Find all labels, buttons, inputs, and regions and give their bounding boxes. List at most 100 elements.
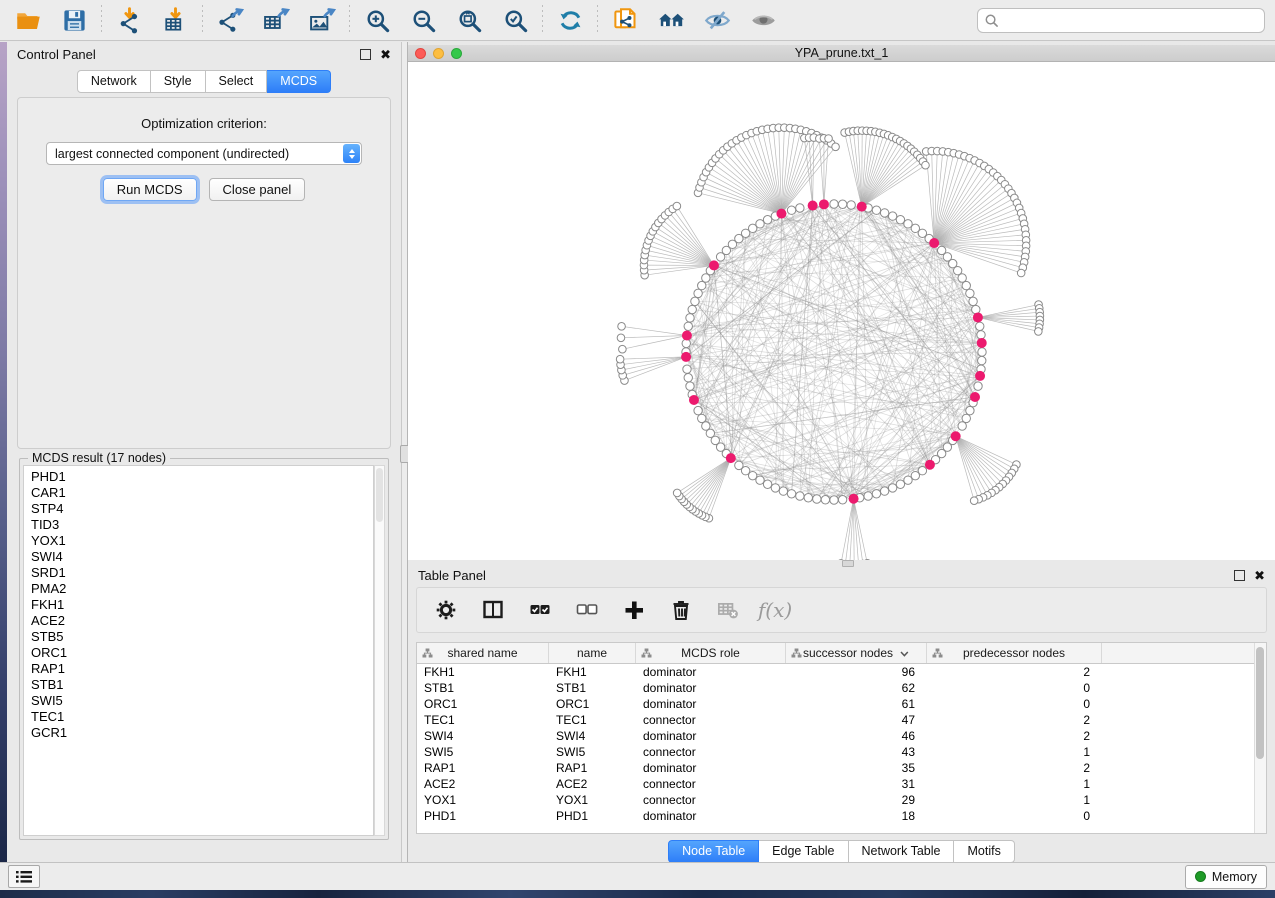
import-table-button[interactable] (157, 4, 193, 36)
mcds-result-item[interactable]: ORC1 (31, 645, 373, 661)
import-table-icon (162, 7, 189, 34)
open-folder-icon (15, 7, 42, 34)
mcds-list-scrollbar[interactable] (374, 465, 385, 836)
save-button[interactable] (56, 4, 92, 36)
table-row[interactable]: TEC1TEC1connector472 (417, 712, 1266, 728)
close-panel-button[interactable]: Close panel (209, 178, 306, 201)
column-header-MCDS-role[interactable]: MCDS role (636, 643, 786, 663)
mcds-network-node[interactable] (709, 260, 719, 270)
tab-network-table[interactable]: Network Table (849, 840, 955, 863)
mcds-network-node[interactable] (819, 199, 829, 209)
table-row[interactable]: ACE2ACE2connector311 (417, 776, 1266, 792)
tab-network[interactable]: Network (77, 70, 151, 93)
mcds-result-item[interactable]: PHD1 (31, 469, 373, 485)
mcds-network-node[interactable] (929, 238, 939, 248)
mcds-network-node[interactable] (808, 201, 818, 211)
first-neighbors-button[interactable] (653, 4, 689, 36)
mcds-result-item[interactable]: GCR1 (31, 725, 373, 741)
run-mcds-button[interactable]: Run MCDS (103, 178, 197, 201)
export-network-button[interactable] (212, 4, 248, 36)
mcds-network-node[interactable] (970, 392, 980, 402)
mcds-result-item[interactable]: TID3 (31, 517, 373, 533)
column-header-predecessor-nodes[interactable]: predecessor nodes (927, 643, 1102, 663)
cell-MCDS-role: connector (636, 745, 786, 759)
column-header-successor-nodes[interactable]: successor nodes (786, 643, 927, 663)
search-input[interactable] (1003, 12, 1257, 28)
mcds-network-node[interactable] (849, 494, 859, 504)
import-network-button[interactable] (111, 4, 147, 36)
mcds-network-node[interactable] (689, 395, 699, 405)
tab-style[interactable]: Style (151, 70, 206, 93)
mcds-network-node[interactable] (977, 338, 987, 348)
select-all-button[interactable] (525, 595, 555, 625)
tab-motifs[interactable]: Motifs (954, 840, 1014, 863)
mcds-result-item[interactable]: RAP1 (31, 661, 373, 677)
network-view-canvas[interactable] (408, 62, 1275, 560)
table-row[interactable]: YOX1YOX1connector291 (417, 792, 1266, 808)
tab-node-table[interactable]: Node Table (668, 840, 759, 863)
open-folder-button[interactable] (10, 4, 46, 36)
table-row[interactable]: SWI4SWI4dominator462 (417, 728, 1266, 744)
mcds-result-item[interactable]: YOX1 (31, 533, 373, 549)
mcds-network-node[interactable] (951, 431, 961, 441)
mcds-result-list[interactable]: PHD1CAR1STP4TID3YOX1SWI4SRD1PMA2FKH1ACE2… (23, 465, 374, 836)
memory-button[interactable]: Memory (1185, 865, 1267, 889)
mcds-result-item[interactable]: PMA2 (31, 581, 373, 597)
table-row[interactable]: STB1STB1dominator620 (417, 680, 1266, 696)
duplicate-network-button[interactable] (607, 4, 643, 36)
refresh-button[interactable] (552, 4, 588, 36)
tab-select[interactable]: Select (206, 70, 268, 93)
mcds-result-item[interactable]: SWI4 (31, 549, 373, 565)
mcds-result-item[interactable]: FKH1 (31, 597, 373, 613)
hide-graphics-button[interactable] (699, 4, 735, 36)
mcds-network-node[interactable] (726, 453, 736, 463)
export-table-button[interactable] (258, 4, 294, 36)
trash-button[interactable] (666, 595, 696, 625)
mcds-network-node[interactable] (925, 460, 935, 470)
close-panel-icon[interactable]: ✖ (380, 50, 391, 59)
criterion-dropdown[interactable]: largest connected component (undirected) (46, 142, 362, 165)
column-pane-button[interactable] (478, 595, 508, 625)
mcds-network-node[interactable] (857, 202, 867, 212)
tab-edge-table[interactable]: Edge Table (759, 840, 848, 863)
deselect-all-button[interactable] (572, 595, 602, 625)
mcds-result-item[interactable]: CAR1 (31, 485, 373, 501)
task-history-button[interactable] (8, 865, 40, 888)
table-row[interactable]: RAP1RAP1dominator352 (417, 760, 1266, 776)
mcds-network-node[interactable] (681, 352, 691, 362)
tab-mcds[interactable]: MCDS (267, 70, 331, 93)
mcds-result-item[interactable]: STB1 (31, 677, 373, 693)
mcds-network-node[interactable] (975, 371, 985, 381)
mcds-result-item[interactable]: SWI5 (31, 693, 373, 709)
zoom-fit-button[interactable] (451, 4, 487, 36)
mcds-result-item[interactable]: STB5 (31, 629, 373, 645)
column-header-name[interactable]: name (549, 643, 636, 663)
add-button[interactable] (619, 595, 649, 625)
mcds-result-item[interactable]: TEC1 (31, 709, 373, 725)
cell-successor-nodes: 43 (786, 745, 927, 759)
table-row[interactable]: PHD1PHD1dominator180 (417, 808, 1266, 824)
mcds-network-node[interactable] (776, 209, 786, 219)
mcds-result-item[interactable]: STP4 (31, 501, 373, 517)
mcds-network-node[interactable] (682, 331, 692, 341)
export-image-button[interactable] (304, 4, 340, 36)
cell-shared-name: SWI4 (417, 729, 549, 743)
zoom-out-button[interactable] (405, 4, 441, 36)
float-table-panel-icon[interactable] (1234, 570, 1245, 581)
close-table-panel-icon[interactable]: ✖ (1254, 571, 1265, 580)
zoom-selected-button[interactable] (497, 4, 533, 36)
table-row[interactable]: FKH1FKH1dominator962 (417, 664, 1266, 680)
mcds-result-item[interactable]: ACE2 (31, 613, 373, 629)
search-box[interactable] (977, 8, 1265, 33)
zoom-in-button[interactable] (359, 4, 395, 36)
show-graphics-button[interactable] (745, 4, 781, 36)
table-row[interactable]: SWI5SWI5connector431 (417, 744, 1266, 760)
mcds-network-node[interactable] (973, 312, 983, 322)
column-header-shared-name[interactable]: shared name (417, 643, 549, 663)
gear-button[interactable] (431, 595, 461, 625)
panel-splitter-vertical[interactable] (401, 42, 408, 862)
table-row[interactable]: ORC1ORC1dominator610 (417, 696, 1266, 712)
float-panel-icon[interactable] (360, 49, 371, 60)
mcds-result-item[interactable]: SRD1 (31, 565, 373, 581)
table-scrollbar[interactable] (1254, 643, 1266, 833)
